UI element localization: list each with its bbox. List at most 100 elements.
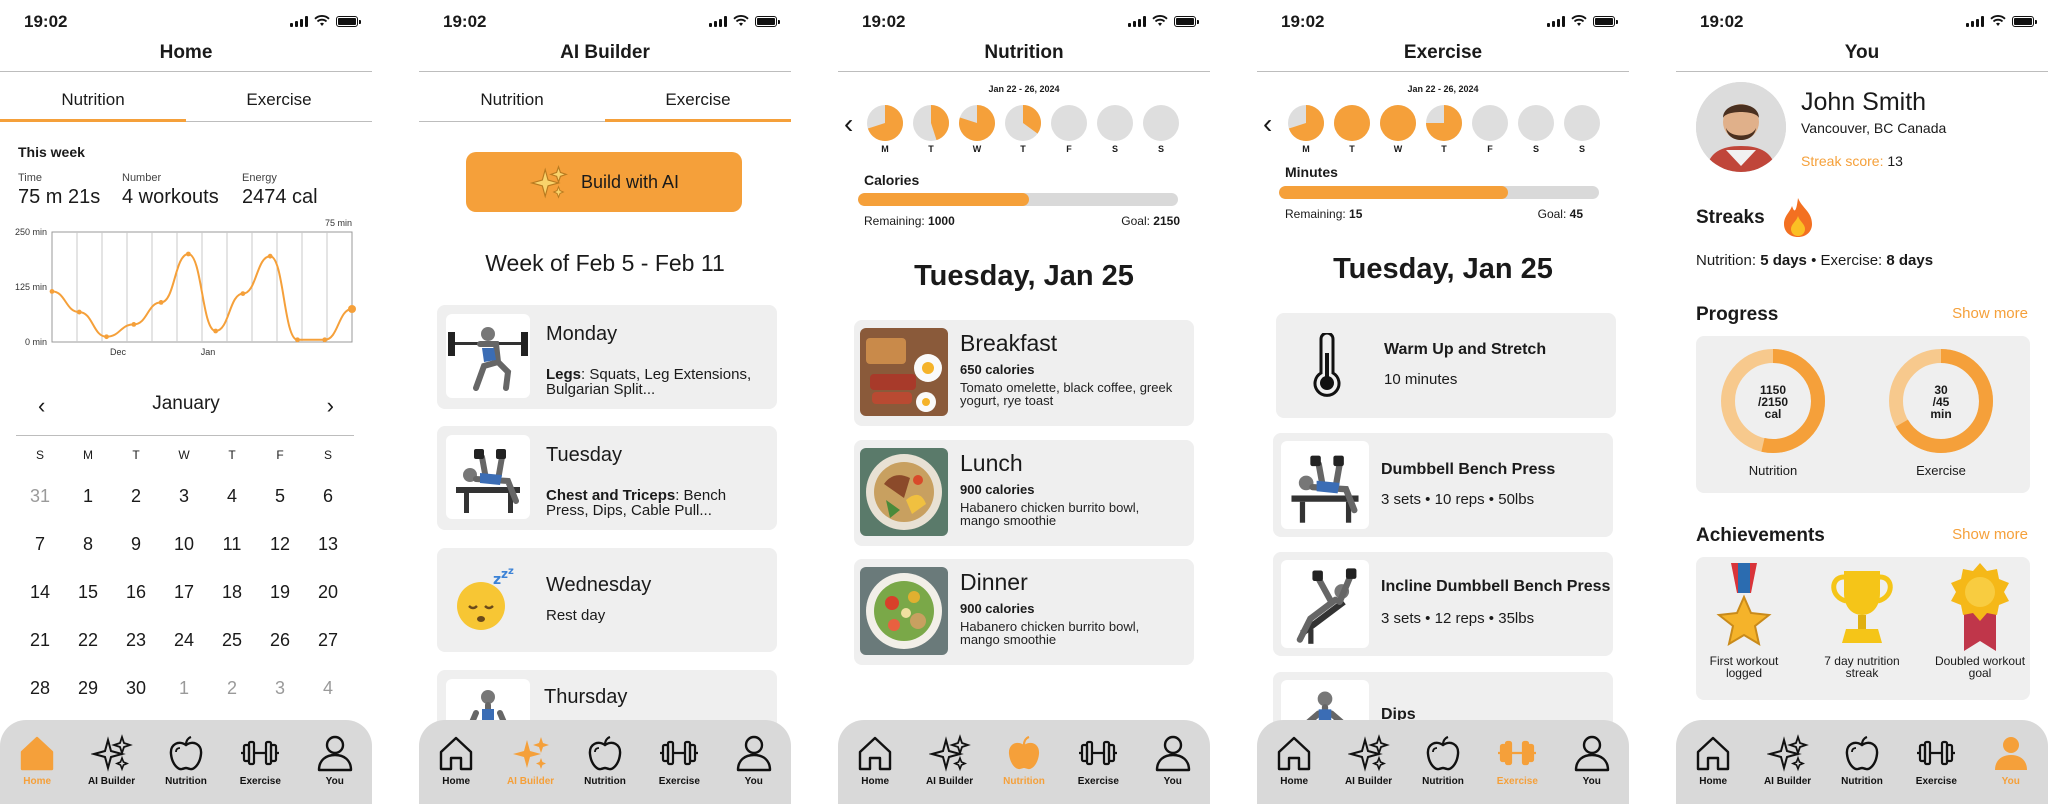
calendar-day[interactable]: 24 (160, 630, 208, 678)
calendar-day[interactable]: 31 (16, 486, 64, 534)
day-progress[interactable]: W (1379, 104, 1417, 154)
build-with-ai-button[interactable]: Build with AI (466, 152, 742, 212)
nav-home[interactable]: Home (421, 732, 491, 804)
nav-you[interactable]: You (1138, 732, 1208, 804)
calendar-day[interactable]: 2 (208, 678, 256, 726)
day-progress[interactable]: T (1333, 104, 1371, 154)
nav-you[interactable]: You (1976, 732, 2046, 804)
calendar-day[interactable]: 25 (208, 630, 256, 678)
day-progress[interactable]: T (1425, 104, 1463, 154)
nav-home[interactable]: Home (1259, 732, 1329, 804)
battery-icon (2012, 15, 2037, 27)
nav-nutrition[interactable]: Nutrition (151, 732, 221, 804)
calendar-day[interactable]: 2 (112, 486, 160, 534)
calendar-day[interactable]: 17 (160, 582, 208, 630)
calendar-day[interactable]: 1 (64, 486, 112, 534)
day-progress[interactable]: T (1004, 104, 1042, 154)
calendar-day[interactable]: 29 (64, 678, 112, 726)
day-card-monday[interactable]: Monday Legs: Squats, Leg Extensions, Bul… (437, 305, 777, 409)
calendar-day[interactable]: 12 (256, 534, 304, 582)
calendar-day[interactable]: 3 (160, 486, 208, 534)
nav-nutrition[interactable]: Nutrition (570, 732, 640, 804)
achievement-nutrition-streak[interactable]: 7 day nutrition streak (1814, 563, 1910, 679)
nav-exercise[interactable]: Exercise (1063, 732, 1133, 804)
meal-card-lunch[interactable]: Lunch 900 calories Habanero chicken burr… (854, 440, 1194, 546)
nav-you[interactable]: You (1557, 732, 1627, 804)
day-progress[interactable]: M (1287, 104, 1325, 154)
day-progress[interactable]: F (1050, 104, 1088, 154)
meal-card-breakfast[interactable]: Breakfast 650 calories Tomato omelette, … (854, 320, 1194, 426)
calendar-day[interactable]: 13 (304, 534, 352, 582)
day-progress[interactable]: S (1096, 104, 1134, 154)
nav-ai-builder[interactable]: AI Builder (1334, 732, 1404, 804)
calendar-day[interactable]: 21 (16, 630, 64, 678)
progress-show-more-link[interactable]: Show more (1952, 305, 2028, 322)
squat-exercise-icon (446, 314, 530, 398)
calendar-day[interactable]: 20 (304, 582, 352, 630)
calendar-day[interactable]: 4 (208, 486, 256, 534)
nav-ai-builder[interactable]: AI Builder (915, 732, 985, 804)
calendar-day[interactable]: 18 (208, 582, 256, 630)
calendar-day[interactable]: 10 (160, 534, 208, 582)
achievement-first-workout[interactable]: First workout logged (1696, 563, 1792, 679)
day-progress[interactable]: S (1563, 104, 1601, 154)
calendar-day[interactable]: 28 (16, 678, 64, 726)
nav-ai-builder[interactable]: AI Builder (1753, 732, 1823, 804)
achievement-doubled-goal[interactable]: Doubled workout goal (1932, 563, 2028, 679)
nav-nutrition[interactable]: Nutrition (1408, 732, 1478, 804)
day-progress[interactable]: S (1517, 104, 1555, 154)
day-card-tuesday[interactable]: Tuesday Chest and Triceps: Bench Press, … (437, 426, 777, 530)
calendar-day[interactable]: 11 (208, 534, 256, 582)
nav-exercise[interactable]: Exercise (225, 732, 295, 804)
exercise-card-warm-up[interactable]: Warm Up and Stretch 10 minutes (1276, 313, 1616, 418)
nav-you[interactable]: You (719, 732, 789, 804)
nav-ai-builder[interactable]: AI Builder (496, 732, 566, 804)
nav-exercise[interactable]: Exercise (1482, 732, 1552, 804)
calendar-day[interactable]: 19 (256, 582, 304, 630)
calendar-day[interactable]: 23 (112, 630, 160, 678)
chevron-left-icon[interactable]: ‹ (1263, 108, 1272, 140)
day-progress[interactable]: M (866, 104, 904, 154)
tab-exercise[interactable]: Exercise (186, 72, 372, 121)
nav-exercise[interactable]: Exercise (1901, 732, 1971, 804)
day-card-wednesday[interactable]: zzz Wednesday Rest day (437, 548, 777, 652)
next-month-button[interactable]: › (327, 393, 334, 419)
nav-ai-builder[interactable]: AI Builder (77, 732, 147, 804)
calendar-day[interactable]: 7 (16, 534, 64, 582)
calendar-day[interactable]: 15 (64, 582, 112, 630)
meal-card-dinner[interactable]: Dinner 900 calories Habanero chicken bur… (854, 559, 1194, 665)
exercise-card-dumbbell-bench-press[interactable]: Dumbbell Bench Press 3 sets • 10 reps • … (1273, 433, 1613, 537)
tab-nutrition[interactable]: Nutrition (0, 72, 186, 122)
day-progress[interactable]: T (912, 104, 950, 154)
apple-icon (1003, 732, 1045, 774)
nav-nutrition[interactable]: Nutrition (989, 732, 1059, 804)
calendar-day[interactable]: 14 (16, 582, 64, 630)
nav-you[interactable]: You (300, 732, 370, 804)
achievements-show-more-link[interactable]: Show more (1952, 526, 2028, 543)
avatar[interactable] (1696, 82, 1786, 172)
nav-home[interactable]: Home (2, 732, 72, 804)
calendar-day[interactable]: 5 (256, 486, 304, 534)
calendar-day[interactable]: 8 (64, 534, 112, 582)
nav-nutrition[interactable]: Nutrition (1827, 732, 1897, 804)
day-progress[interactable]: S (1142, 104, 1180, 154)
exercise-card-incline-dumbbell-bench-press[interactable]: Incline Dumbbell Bench Press 3 sets • 12… (1273, 552, 1613, 656)
nav-home[interactable]: Home (840, 732, 910, 804)
calendar-day[interactable]: 27 (304, 630, 352, 678)
tab-exercise[interactable]: Exercise (605, 72, 791, 122)
calendar-day[interactable]: 4 (304, 678, 352, 726)
calendar-day[interactable]: 16 (112, 582, 160, 630)
tab-nutrition[interactable]: Nutrition (419, 72, 605, 121)
calendar-day[interactable]: 22 (64, 630, 112, 678)
chevron-left-icon[interactable]: ‹ (844, 108, 853, 140)
day-progress[interactable]: W (958, 104, 996, 154)
calendar-day[interactable]: 1 (160, 678, 208, 726)
calendar-day[interactable]: 3 (256, 678, 304, 726)
nav-exercise[interactable]: Exercise (644, 732, 714, 804)
calendar-day[interactable]: 6 (304, 486, 352, 534)
calendar-day[interactable]: 26 (256, 630, 304, 678)
day-progress[interactable]: F (1471, 104, 1509, 154)
nav-home[interactable]: Home (1678, 732, 1748, 804)
calendar-day[interactable]: 30 (112, 678, 160, 726)
calendar-day[interactable]: 9 (112, 534, 160, 582)
